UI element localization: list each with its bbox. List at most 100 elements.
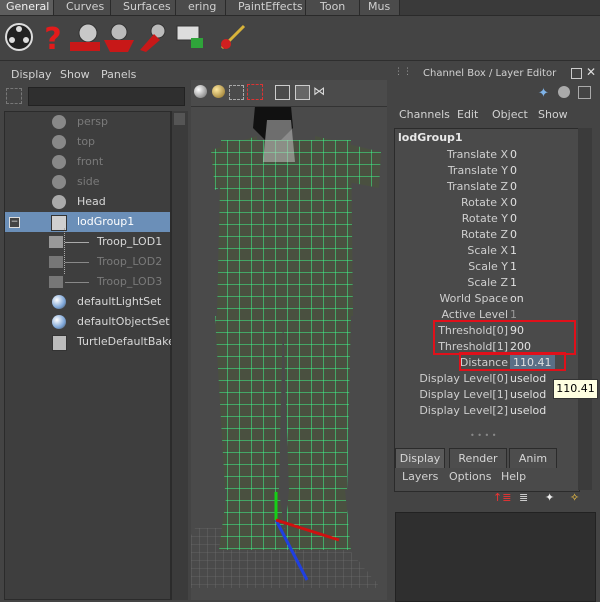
move-layer-up-icon[interactable]: ↑≣ (493, 491, 511, 505)
bake-layer-icon (52, 335, 67, 351)
new-layer-selected-icon[interactable]: ✧ (570, 491, 588, 505)
help-icon[interactable]: ? (36, 20, 70, 54)
channel-box-icon[interactable]: ✦ (538, 86, 549, 101)
shelf-tab-muscle[interactable]: Mus (360, 0, 400, 15)
tool-settings-icon[interactable] (578, 86, 591, 99)
layer-tab-render[interactable]: Render (449, 448, 507, 468)
layer-list[interactable] (395, 512, 596, 602)
outliner-item-side[interactable]: side (5, 172, 170, 192)
shelf-tab-surfaces[interactable]: Surfaces (111, 0, 176, 15)
outliner-item-persp[interactable]: persp (5, 112, 170, 132)
channel-value[interactable]: uselod (510, 403, 546, 419)
channel-display-level-1[interactable]: Display Level[1] uselod (394, 387, 574, 403)
layer-menu-options[interactable]: Options (449, 470, 491, 483)
viewport-3d[interactable] (191, 80, 387, 600)
channel-label: Rotate Y (461, 212, 508, 225)
share-icon[interactable]: ⋈ (313, 85, 326, 98)
cb-menu-object[interactable]: Object (492, 108, 528, 121)
shelf-tab-rendering[interactable]: ering (176, 0, 226, 15)
close-icon[interactable]: ✕ (586, 65, 596, 79)
channel-label: World Space (439, 292, 508, 305)
channel-value[interactable]: 1 (510, 259, 517, 275)
layer-menu-help[interactable]: Help (501, 470, 526, 483)
channel-display-level-2[interactable]: Display Level[2] uselod (394, 403, 574, 419)
shelf-tab-toon[interactable]: Toon (306, 0, 360, 15)
layer-tab-display[interactable]: Display (395, 448, 445, 468)
wireframe-icon[interactable] (275, 85, 290, 100)
channel-rotate-x[interactable]: Rotate X 0 (394, 195, 574, 211)
outliner-item-top[interactable]: top (5, 132, 170, 152)
right-leg (283, 316, 351, 490)
film-reel-icon[interactable] (2, 20, 36, 54)
camera-paint-icon[interactable] (173, 20, 207, 54)
lod-group-icon[interactable] (102, 20, 136, 54)
texture-icon[interactable] (295, 85, 310, 100)
cb-menu-show[interactable]: Show (538, 108, 568, 121)
lighting-icon[interactable] (212, 85, 225, 98)
outliner-menu-panels[interactable]: Panels (101, 68, 136, 81)
channel-value[interactable]: 0 (510, 147, 517, 163)
shelf-tab-general[interactable]: General (0, 0, 54, 15)
channel-value[interactable]: 0 (510, 195, 517, 211)
channel-value[interactable]: uselod (510, 387, 546, 403)
outliner-item-head[interactable]: Head (5, 192, 170, 212)
outliner-item-troop-lod3[interactable]: Troop_LOD3 (5, 272, 170, 292)
attribute-editor-icon[interactable] (558, 86, 570, 98)
lod-create-icon[interactable] (68, 20, 102, 54)
outliner-item-lodgroup1[interactable]: − lodGroup1 (5, 212, 170, 232)
channel-value[interactable]: 0 (510, 163, 517, 179)
float-window-icon[interactable] (571, 68, 582, 79)
channel-translate-z[interactable]: Translate Z 0 (394, 179, 574, 195)
xray-selection-icon[interactable] (247, 84, 263, 100)
shelf-tab-painteffects[interactable]: PaintEffects (226, 0, 306, 15)
channel-display-level-0[interactable]: Display Level[0] uselod (394, 371, 574, 387)
channel-scale-z[interactable]: Scale Z 1 (394, 275, 574, 291)
paint-brush-icon[interactable] (218, 20, 252, 54)
outliner-item-front[interactable]: front (5, 152, 170, 172)
outliner-item-defaultobjectset[interactable]: defaultObjectSet (5, 312, 170, 332)
panel-grip-icon[interactable]: ⋮⋮ (394, 67, 412, 77)
cb-menu-edit[interactable]: Edit (457, 108, 478, 121)
channel-value[interactable]: 1 (510, 275, 517, 291)
shelf-tab-curves[interactable]: Curves (54, 0, 111, 15)
cb-menu-channels[interactable]: Channels (399, 108, 450, 121)
scroll-up-icon[interactable] (174, 113, 185, 125)
outliner-item-turtledefaultbakelayer[interactable]: TurtleDefaultBakeLa (5, 332, 188, 352)
outliner-search-input[interactable] (28, 87, 185, 106)
lod-ungroup-icon[interactable] (138, 20, 172, 54)
shaded-icon[interactable] (194, 85, 207, 98)
outliner-item-defaultlightset[interactable]: defaultLightSet (5, 292, 170, 312)
tree-connector (65, 242, 89, 243)
shelf-tab-bar: General Curves Surfaces ering PaintEffec… (0, 0, 600, 16)
isolate-icon[interactable] (229, 85, 244, 100)
layer-tab-anim[interactable]: Anim (509, 448, 557, 468)
channel-translate-y[interactable]: Translate Y 0 (394, 163, 574, 179)
new-layer-icon[interactable]: ✦ (545, 491, 563, 505)
collapse-icon[interactable]: − (9, 217, 20, 228)
channel-translate-x[interactable]: Translate X 0 (394, 147, 574, 163)
outliner-item-label: Troop_LOD1 (97, 235, 163, 248)
outliner-item-troop-lod1[interactable]: Troop_LOD1 (5, 232, 170, 252)
channel-value[interactable]: 1 (510, 243, 517, 259)
outliner-scrollbar[interactable] (171, 111, 188, 600)
viewport-toolbar: ⋈ (191, 80, 387, 107)
splitter-handle[interactable]: • • • • (470, 432, 500, 440)
channel-scale-y[interactable]: Scale Y 1 (394, 259, 574, 275)
channel-value[interactable]: 0 (510, 211, 517, 227)
cb-scrollbar[interactable] (578, 128, 592, 490)
channel-value[interactable]: 0 (510, 179, 517, 195)
channel-rotate-z[interactable]: Rotate Z 0 (394, 227, 574, 243)
channel-world-space[interactable]: World Space on (394, 291, 574, 307)
filter-icon[interactable] (6, 88, 22, 104)
channel-value[interactable]: on (510, 291, 524, 307)
layer-menu-layers[interactable]: Layers (402, 470, 438, 483)
outliner-menu-display[interactable]: Display (11, 68, 52, 81)
channel-rotate-y[interactable]: Rotate Y 0 (394, 211, 574, 227)
outliner-item-troop-lod2[interactable]: Troop_LOD2 (5, 252, 170, 272)
channel-value[interactable]: uselod (510, 371, 546, 387)
channel-label: Translate Z (447, 180, 508, 193)
move-layer-down-icon[interactable]: ≣ (519, 491, 537, 505)
channel-scale-x[interactable]: Scale X 1 (394, 243, 574, 259)
channel-value[interactable]: 0 (510, 227, 517, 243)
outliner-menu-show[interactable]: Show (60, 68, 90, 81)
